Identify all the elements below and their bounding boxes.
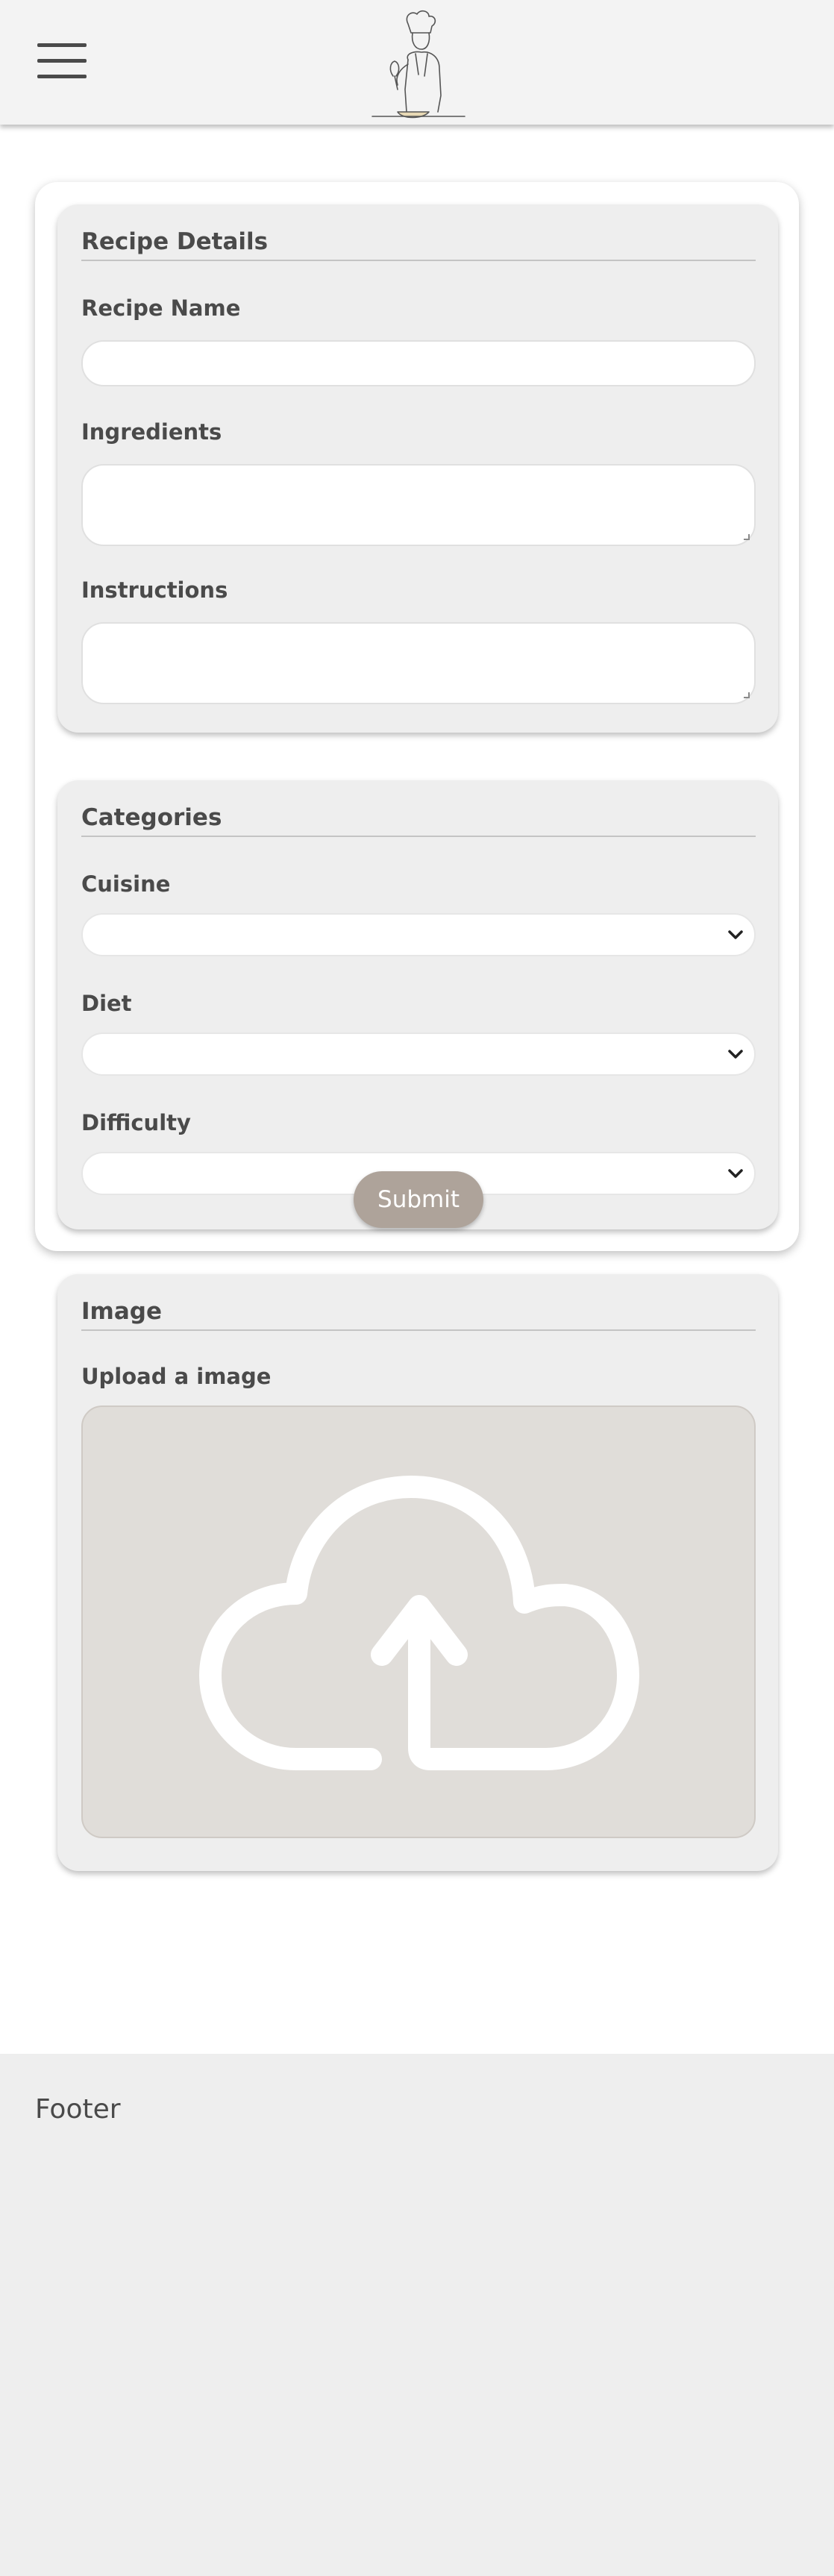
- recipe-form-card: Recipe Details Recipe Name Ingredients I…: [35, 182, 799, 1871]
- hamburger-line: [37, 43, 87, 47]
- cuisine-select[interactable]: [81, 913, 756, 956]
- recipe-details-section: Recipe Details Recipe Name Ingredients I…: [57, 204, 778, 733]
- submit-button[interactable]: Submit: [354, 1171, 483, 1228]
- hamburger-menu-icon[interactable]: [37, 43, 87, 79]
- section-divider: [81, 836, 756, 837]
- resize-handle-icon[interactable]: [744, 534, 750, 540]
- categories-section: Categories Cuisine Diet Difficulty: [57, 780, 778, 1229]
- diet-label: Diet: [81, 991, 132, 1016]
- chef-logo-icon[interactable]: [371, 7, 466, 119]
- footer: Footer: [0, 2054, 834, 2576]
- recipe-name-input[interactable]: [81, 340, 756, 386]
- hamburger-line: [37, 59, 87, 63]
- cuisine-label: Cuisine: [81, 871, 171, 897]
- ingredients-textarea[interactable]: [81, 464, 756, 546]
- diet-select[interactable]: [81, 1032, 756, 1076]
- section-title: Recipe Details: [81, 228, 269, 255]
- section-divider: [81, 1329, 756, 1331]
- image-dropzone[interactable]: [81, 1405, 756, 1838]
- chevron-down-icon: [728, 930, 743, 939]
- chevron-down-icon: [728, 1169, 743, 1178]
- top-navbar: [0, 0, 834, 125]
- section-title: Image: [81, 1298, 162, 1325]
- recipe-name-label: Recipe Name: [81, 295, 241, 321]
- footer-text: Footer: [35, 2094, 121, 2125]
- section-title: Categories: [81, 804, 222, 831]
- instructions-label: Instructions: [81, 577, 228, 603]
- hamburger-line: [37, 75, 87, 78]
- ingredients-label: Ingredients: [81, 419, 222, 445]
- cloud-upload-icon: [199, 1476, 639, 1770]
- image-section: Image Upload a image: [57, 1274, 778, 1871]
- resize-handle-icon[interactable]: [744, 692, 750, 698]
- chevron-down-icon: [728, 1050, 743, 1059]
- difficulty-label: Difficulty: [81, 1110, 191, 1135]
- upload-label: Upload a image: [81, 1364, 272, 1389]
- section-divider: [81, 260, 756, 261]
- instructions-textarea[interactable]: [81, 622, 756, 704]
